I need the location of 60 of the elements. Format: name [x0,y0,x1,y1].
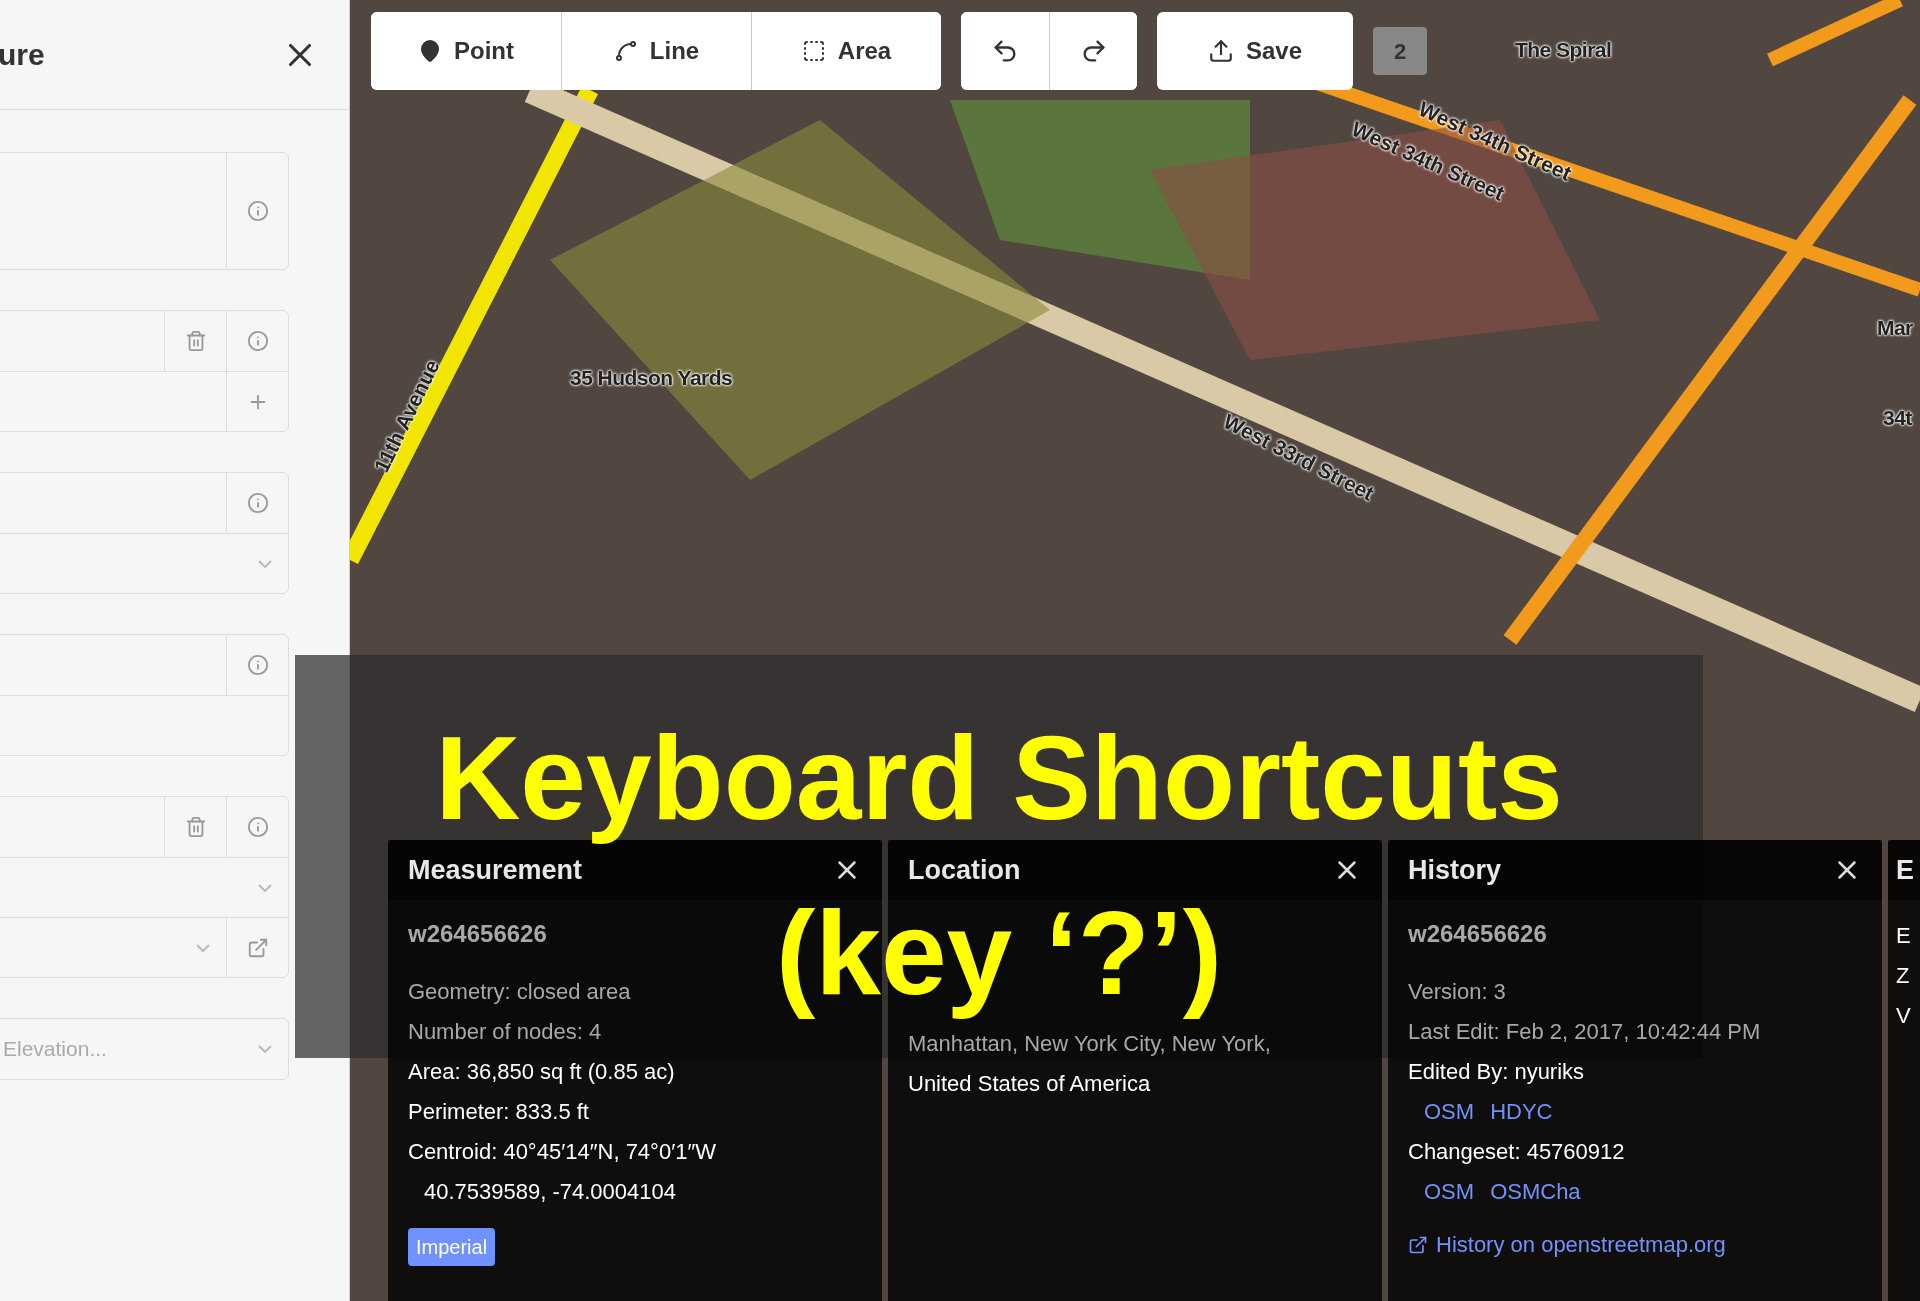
trash-icon [184,816,207,838]
sidebar-title: ure [0,37,45,73]
dropdown-caret-icon [196,943,210,952]
external-link-icon [246,936,269,959]
info-text: Edited By: nyuriks [1408,1058,1585,1086]
form-field[interactable] [0,472,289,594]
info-text: Perimeter: 833.5 ft [408,1098,589,1126]
info-text: Centroid: 40°45′14″N, 74°0′1″W [408,1138,717,1166]
profile-link[interactable]: OSM [1424,1092,1475,1132]
form-field[interactable] [0,796,289,978]
external-link-icon [1408,1234,1428,1255]
caption-text: Keyboard Shortcuts [435,712,1563,845]
panel-title: Location [908,853,1021,887]
feature-id: w264656626 [408,919,547,949]
history-link[interactable]: History on openstreetmap.org [1408,1228,1726,1261]
trash-icon [184,330,207,352]
feature-id: w264656626 [1408,919,1547,949]
panel-title: Measurement [408,853,583,887]
place-label: Mar [1877,315,1913,341]
place-label: 35 Hudson Yards [570,365,733,391]
form-field[interactable] [0,310,289,432]
pin-icon [418,39,442,63]
info-icon [246,200,269,222]
area-icon [801,39,826,63]
upload-icon [1207,38,1234,64]
info-text: V [1896,1002,1911,1030]
info-text: Changeset: 45760912 [1408,1138,1625,1166]
info-text: Area: 36,850 sq ft (0.85 ac) [408,1058,675,1086]
info-text: Number of nodes: 4 [408,1018,602,1046]
info-text: E [1896,922,1911,950]
dropdown-caret-icon [258,1045,272,1053]
dropdown-caret-icon [258,559,272,568]
edit-count-badge: 2 [1373,27,1427,75]
caption-text: (key ‘?’) [776,887,1222,1020]
info-text: Manhattan, New York City, New York, [908,1030,1271,1058]
info-icon [246,492,269,514]
place-label: The Spiral [1515,37,1612,63]
profile-link[interactable]: HDYC [1490,1092,1553,1132]
info-text: Geometry: closed area [408,978,631,1006]
field-placeholder: Elevation... [3,1036,107,1063]
save-button[interactable]: Save [1157,12,1353,90]
info-text: Last Edit: Feb 2, 2017, 10:42:44 PM [1408,1018,1761,1046]
info-icon [246,816,269,838]
panel-title: E [1896,853,1914,887]
info-icon [246,330,269,352]
panel-title: History [1408,853,1502,887]
redo-button[interactable] [1049,12,1137,90]
profile-link[interactable]: OSM [1424,1172,1475,1212]
info-text: United States of America [908,1070,1151,1098]
place-label: 34t [1883,405,1912,431]
info-text: Z [1896,962,1910,990]
info-icon [246,654,269,676]
profile-link[interactable]: OSMCha [1490,1172,1581,1212]
form-field[interactable] [0,152,289,270]
add-feature-button[interactable]: Area [751,12,941,90]
info-text: Version: 3 [1408,978,1506,1006]
line-icon [613,39,638,63]
dropdown-caret-icon [258,883,272,892]
form-field[interactable] [0,634,289,756]
info-text: 40.7539589, -74.0004104 [423,1178,676,1206]
